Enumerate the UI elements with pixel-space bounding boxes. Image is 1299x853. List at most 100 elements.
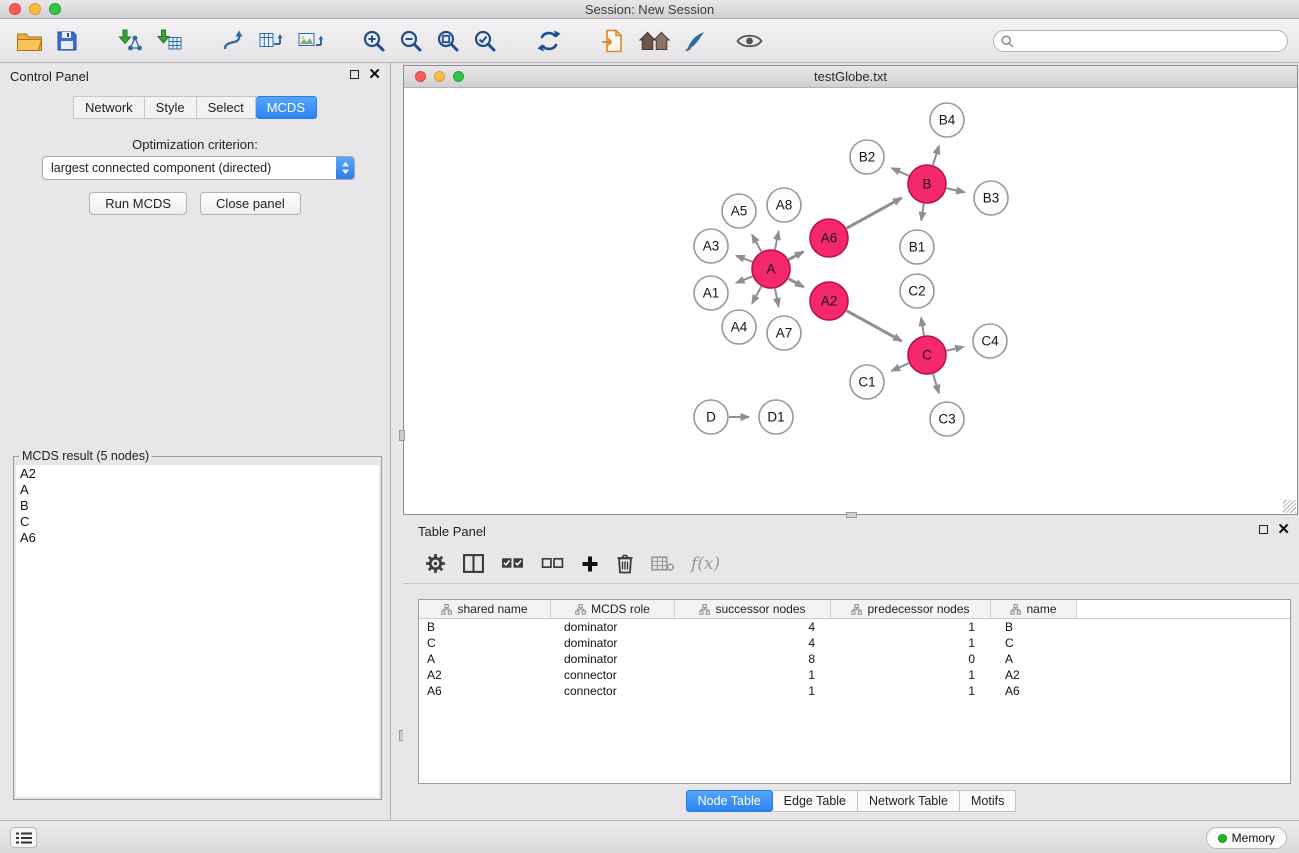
zoom-window-button[interactable]: [49, 3, 61, 15]
optimization-select[interactable]: largest connected component (directed): [42, 156, 355, 180]
import-file-button[interactable]: [597, 27, 630, 55]
edge-A-A2[interactable]: [789, 279, 804, 287]
edge-B-B1[interactable]: [921, 204, 924, 221]
node-B[interactable]: B: [908, 165, 946, 203]
float-panel-icon[interactable]: [350, 70, 359, 79]
edge-A6-B[interactable]: [847, 198, 902, 228]
import-network-button[interactable]: [113, 27, 147, 55]
table-row[interactable]: Cdominator41C: [419, 635, 1290, 651]
export-table-button[interactable]: [254, 27, 288, 55]
edge-A-A7[interactable]: [775, 289, 779, 307]
table-row[interactable]: Adominator80A: [419, 651, 1290, 667]
mcds-result-item[interactable]: A2: [20, 466, 375, 482]
node-B4[interactable]: B4: [930, 103, 964, 137]
edge-C-C1[interactable]: [892, 363, 909, 371]
edge-A-A5[interactable]: [752, 235, 761, 252]
resize-handle-icon[interactable]: [1283, 500, 1296, 513]
zoom-fit-button[interactable]: [432, 27, 464, 55]
network-minimize-button[interactable]: [434, 71, 445, 82]
node-A6[interactable]: A6: [810, 219, 848, 257]
node-C3[interactable]: C3: [930, 402, 964, 436]
tab-node-table[interactable]: Node Table: [686, 790, 773, 812]
tab-edge-table[interactable]: Edge Table: [773, 790, 858, 812]
edge-A-A4[interactable]: [752, 287, 761, 304]
search-input[interactable]: [993, 30, 1288, 52]
column-header-shared-name[interactable]: shared name: [419, 600, 551, 618]
function-builder-button[interactable]: f(x): [691, 554, 720, 574]
tab-mcds[interactable]: MCDS: [256, 96, 317, 119]
task-history-button[interactable]: [10, 827, 37, 848]
node-A2[interactable]: A2: [810, 282, 848, 320]
column-header-successor-nodes[interactable]: successor nodes: [675, 600, 831, 618]
close-panel-button[interactable]: Close panel: [200, 192, 301, 215]
node-C4[interactable]: C4: [973, 324, 1007, 358]
network-zoom-button[interactable]: [453, 71, 464, 82]
apply-layout-button[interactable]: [532, 27, 566, 55]
close-panel-icon[interactable]: ✕: [1277, 524, 1290, 535]
splitter-handle[interactable]: [399, 430, 405, 441]
home-view-button[interactable]: [635, 28, 674, 54]
edge-A-A6[interactable]: [789, 252, 804, 260]
mcds-result-item[interactable]: B: [20, 498, 375, 514]
network-close-button[interactable]: [415, 71, 426, 82]
edge-A2-C[interactable]: [847, 311, 902, 341]
memory-button[interactable]: Memory: [1206, 827, 1287, 849]
edge-A-A3[interactable]: [736, 256, 752, 262]
new-network-button[interactable]: [217, 27, 249, 55]
export-image-button[interactable]: [293, 27, 327, 55]
delete-column-button[interactable]: [616, 553, 634, 574]
edge-C-C4[interactable]: [947, 347, 964, 351]
edge-C-C2[interactable]: [921, 318, 924, 336]
column-header-predecessor-nodes[interactable]: predecessor nodes: [831, 600, 991, 618]
tab-network-table[interactable]: Network Table: [858, 790, 960, 812]
node-C2[interactable]: C2: [900, 274, 934, 308]
node-D1[interactable]: D1: [759, 400, 793, 434]
tab-style[interactable]: Style: [145, 96, 197, 119]
delete-table-button[interactable]: [651, 555, 674, 572]
column-header-name[interactable]: name: [991, 600, 1077, 618]
column-header-MCDS-role[interactable]: MCDS role: [551, 600, 675, 618]
edge-B-B2[interactable]: [892, 168, 909, 176]
tab-motifs[interactable]: Motifs: [960, 790, 1016, 812]
network-canvas[interactable]: B4B2BB3A5A8A6A3AB1A1A2C2A4A7C4CC1DD1C3: [404, 88, 1297, 514]
node-A4[interactable]: A4: [722, 310, 756, 344]
add-column-button[interactable]: [581, 555, 599, 573]
table-row[interactable]: Bdominator41B: [419, 619, 1290, 635]
mcds-result-list[interactable]: A2ABCA6: [16, 465, 379, 797]
node-B1[interactable]: B1: [900, 230, 934, 264]
node-A1[interactable]: A1: [694, 276, 728, 310]
table-settings-button[interactable]: [425, 553, 446, 574]
mcds-result-item[interactable]: A: [20, 482, 375, 498]
tab-network[interactable]: Network: [73, 96, 145, 119]
node-C[interactable]: C: [908, 336, 946, 374]
float-panel-icon[interactable]: [1259, 525, 1268, 534]
show-columns-button[interactable]: [463, 554, 484, 573]
style-pen-button[interactable]: [679, 27, 711, 55]
close-panel-icon[interactable]: ✕: [368, 69, 381, 80]
table-row[interactable]: A2connector11A2: [419, 667, 1290, 683]
minimize-window-button[interactable]: [29, 3, 41, 15]
import-table-button[interactable]: [152, 27, 186, 55]
deselect-all-button[interactable]: [541, 555, 564, 572]
zoom-in-button[interactable]: [358, 27, 390, 55]
edge-C-C3[interactable]: [933, 374, 939, 393]
tab-select[interactable]: Select: [197, 96, 256, 119]
node-C1[interactable]: C1: [850, 365, 884, 399]
edge-A-A8[interactable]: [775, 231, 779, 249]
node-A5[interactable]: A5: [722, 194, 756, 228]
open-session-button[interactable]: [12, 28, 47, 54]
table-row[interactable]: A6connector11A6: [419, 683, 1290, 699]
save-session-button[interactable]: [52, 28, 82, 54]
mcds-result-item[interactable]: A6: [20, 530, 375, 546]
node-A8[interactable]: A8: [767, 188, 801, 222]
edge-B-B3[interactable]: [947, 188, 965, 192]
node-A[interactable]: A: [752, 250, 790, 288]
node-A7[interactable]: A7: [767, 316, 801, 350]
node-D[interactable]: D: [694, 400, 728, 434]
zoom-selected-button[interactable]: [469, 27, 501, 55]
select-all-button[interactable]: [501, 555, 524, 572]
edge-B-B4[interactable]: [933, 146, 939, 165]
mcds-result-item[interactable]: C: [20, 514, 375, 530]
node-B3[interactable]: B3: [974, 181, 1008, 215]
zoom-out-button[interactable]: [395, 27, 427, 55]
